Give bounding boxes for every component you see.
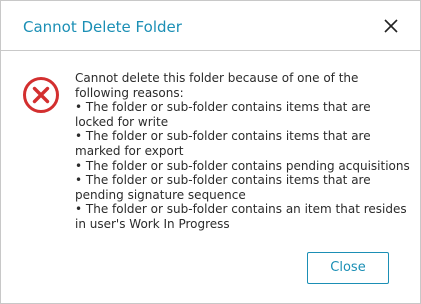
reason-item: • The folder or sub-folder contains item… <box>75 129 371 158</box>
reason-item: • The folder or sub-folder contains pend… <box>75 158 410 173</box>
error-message: Cannot delete this folder because of one… <box>75 71 411 232</box>
reason-item: • The folder or sub-folder contains item… <box>75 100 371 129</box>
dialog-titlebar: Cannot Delete Folder <box>1 1 420 51</box>
cannot-delete-folder-dialog: Cannot Delete Folder Cannot delete this … <box>0 0 421 304</box>
reason-item: • The folder or sub-folder contains an i… <box>75 202 407 231</box>
error-circle-x-icon <box>22 76 60 114</box>
close-button[interactable]: Close <box>307 252 389 284</box>
message-intro: Cannot delete this folder because of one… <box>75 71 359 100</box>
dialog-title: Cannot Delete Folder <box>23 18 182 36</box>
close-icon[interactable] <box>381 16 401 36</box>
dialog-body: Cannot delete this folder because of one… <box>1 52 420 303</box>
reason-item: • The folder or sub-folder contains item… <box>75 173 371 202</box>
